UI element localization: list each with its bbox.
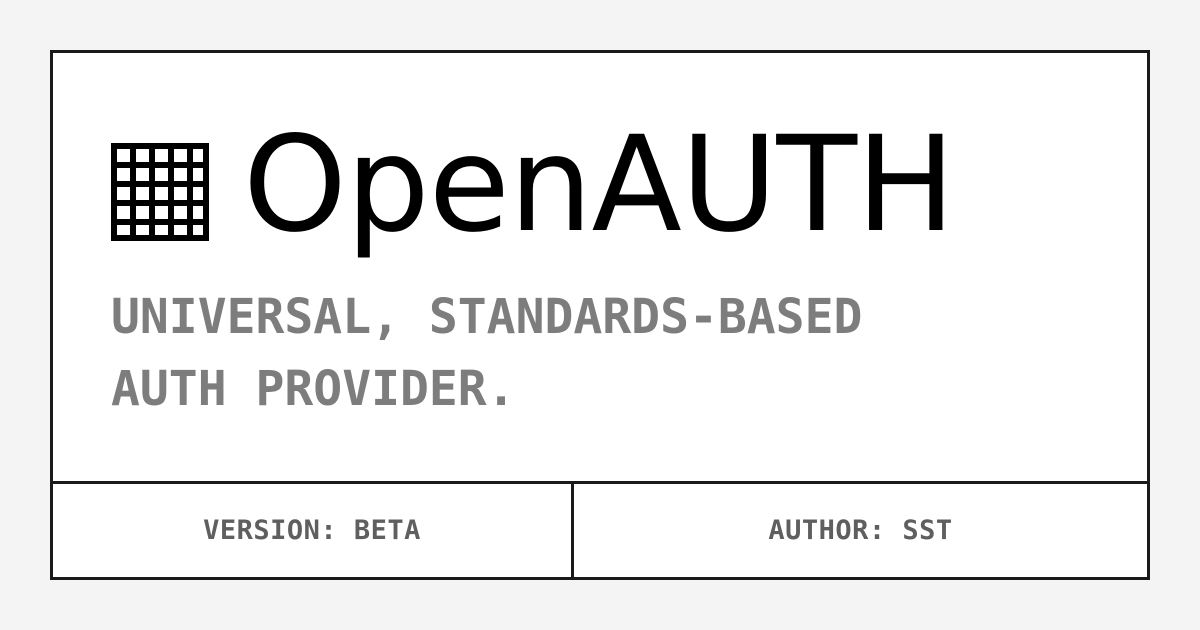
footer-bar: VERSION: BETA AUTHOR: SST: [53, 481, 1147, 577]
brand-title: OpenAUTH: [243, 108, 955, 262]
og-card: OpenAUTH UNIVERSAL, STANDARDS-BASED AUTH…: [50, 50, 1150, 580]
tagline-line-2: AUTH PROVIDER.: [111, 361, 516, 417]
grid-logo-icon: [111, 143, 209, 241]
version-label: VERSION: BETA: [53, 484, 574, 577]
tagline: UNIVERSAL, STANDARDS-BASED AUTH PROVIDER…: [111, 281, 862, 425]
tagline-line-1: UNIVERSAL, STANDARDS-BASED: [111, 289, 863, 345]
author-label: AUTHOR: SST: [768, 515, 953, 546]
hero-section: OpenAUTH UNIVERSAL, STANDARDS-BASED AUTH…: [53, 53, 1147, 481]
